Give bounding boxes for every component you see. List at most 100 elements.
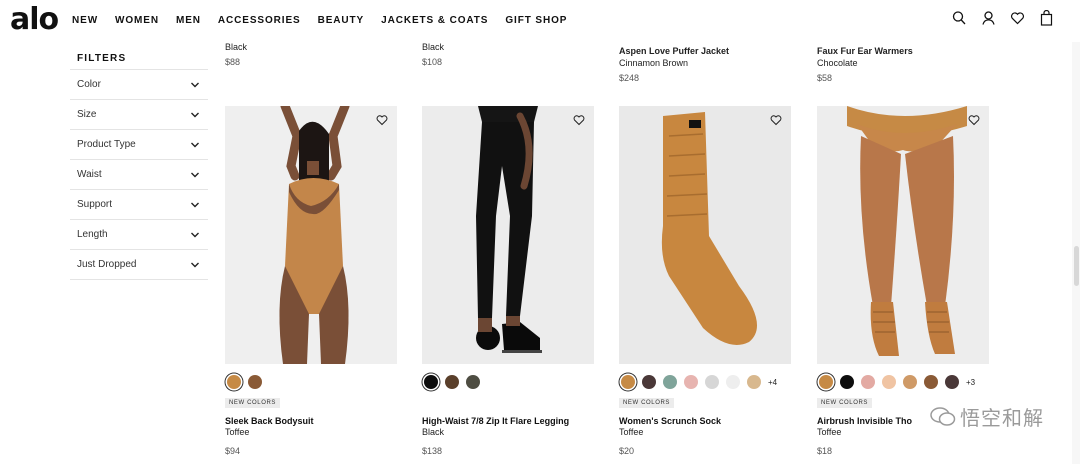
filter-label: Length: [77, 229, 108, 240]
product-color: Cinnamon Brown: [619, 58, 689, 68]
product-color: Toffee: [225, 427, 250, 437]
filters-sidebar: FILTERS Color Size Product Type Waist Su…: [70, 48, 208, 280]
header-icons: [952, 9, 1054, 26]
bag-icon[interactable]: [1039, 9, 1054, 26]
color-swatch[interactable]: [227, 375, 241, 389]
nav-men[interactable]: MEN: [176, 15, 201, 26]
product-color: Black: [422, 427, 445, 437]
color-swatches: +3: [817, 374, 989, 390]
filter-label: Product Type: [77, 139, 136, 150]
watermark-text: 悟空和解: [960, 408, 1044, 430]
color-swatches: +4: [619, 374, 791, 390]
product-price: $58: [817, 73, 833, 83]
color-swatch[interactable]: [903, 375, 917, 389]
more-colors-count[interactable]: +4: [768, 378, 777, 387]
filter-just-dropped[interactable]: Just Dropped: [70, 250, 208, 280]
color-swatch[interactable]: [684, 375, 698, 389]
filter-size[interactable]: Size: [70, 100, 208, 130]
account-icon[interactable]: [981, 10, 996, 26]
filter-waist[interactable]: Waist: [70, 160, 208, 190]
product-image[interactable]: [619, 106, 791, 364]
wechat-icon: [930, 406, 956, 426]
more-colors-count[interactable]: +3: [966, 378, 975, 387]
page-scrollbar[interactable]: [1072, 0, 1080, 464]
filter-label: Color: [77, 79, 101, 90]
product-name[interactable]: High-Waist 7/8 Zip It Flare Legging: [422, 416, 594, 426]
product-card-partial[interactable]: Aspen Love Puffer Jacket Cinnamon Brown …: [619, 46, 729, 83]
filter-label: Waist: [77, 169, 102, 180]
search-icon[interactable]: [952, 10, 967, 26]
color-swatch[interactable]: [924, 375, 938, 389]
heart-icon[interactable]: [770, 114, 782, 126]
brand-logo[interactable]: alo: [10, 2, 59, 37]
filter-label: Support: [77, 199, 113, 210]
main-nav: NEW WOMEN MEN ACCESSORIES BEAUTY JACKETS…: [72, 15, 584, 26]
nav-jackets-coats[interactable]: JACKETS & COATS: [381, 15, 488, 26]
product-price: $108: [422, 57, 443, 67]
chevron-down-icon: [191, 142, 199, 147]
filters-title: FILTERS: [70, 48, 208, 70]
color-swatch[interactable]: [466, 375, 480, 389]
color-swatches: [225, 374, 397, 390]
color-swatch[interactable]: [445, 375, 459, 389]
chevron-down-icon: [191, 202, 199, 207]
filter-length[interactable]: Length: [70, 220, 208, 250]
new-colors-badge: NEW COLORS: [225, 398, 281, 408]
product-price: $138: [422, 446, 443, 456]
product-name[interactable]: Women's Scrunch Sock: [619, 416, 791, 426]
color-swatch[interactable]: [248, 375, 262, 389]
nav-gift-shop[interactable]: GIFT SHOP: [505, 15, 567, 26]
color-swatch[interactable]: [424, 375, 438, 389]
heart-icon[interactable]: [968, 114, 980, 126]
color-swatches: [422, 374, 594, 390]
filter-label: Just Dropped: [77, 259, 137, 270]
product-price: $94: [225, 446, 241, 456]
color-swatch[interactable]: [663, 375, 677, 389]
nav-women[interactable]: WOMEN: [115, 15, 159, 26]
site-header: alo NEW WOMEN MEN ACCESSORIES BEAUTY JAC…: [0, 0, 1080, 42]
product-card-partial[interactable]: Faux Fur Ear Warmers Chocolate $58: [817, 46, 913, 83]
new-colors-badge: NEW COLORS: [619, 398, 675, 408]
product-name[interactable]: Sleek Back Bodysuit: [225, 416, 397, 426]
product-name[interactable]: Faux Fur Ear Warmers: [817, 46, 913, 58]
product-image[interactable]: [817, 106, 989, 364]
product-card[interactable]: +4 NEW COLORS Women's Scrunch Sock Toffe…: [619, 106, 791, 456]
filter-support[interactable]: Support: [70, 190, 208, 220]
product-color: Black: [225, 42, 248, 52]
filter-color[interactable]: Color: [70, 70, 208, 100]
heart-icon[interactable]: [376, 114, 388, 126]
watermark: 悟空和解: [930, 402, 1044, 431]
color-swatch[interactable]: [861, 375, 875, 389]
product-price: $20: [619, 446, 635, 456]
product-price: $88: [225, 57, 241, 67]
product-price: $248: [619, 73, 640, 83]
color-swatch[interactable]: [882, 375, 896, 389]
nav-new[interactable]: NEW: [72, 15, 98, 26]
product-color: Chocolate: [817, 58, 858, 68]
product-card[interactable]: NEW COLORS Sleek Back Bodysuit Toffee $9…: [225, 106, 397, 456]
product-card[interactable]: High-Waist 7/8 Zip It Flare Legging Blac…: [422, 106, 594, 456]
chevron-down-icon: [191, 172, 199, 177]
wishlist-icon[interactable]: [1010, 10, 1025, 26]
filter-product-type[interactable]: Product Type: [70, 130, 208, 160]
nav-beauty[interactable]: BEAUTY: [318, 15, 365, 26]
color-swatch[interactable]: [705, 375, 719, 389]
chevron-down-icon: [191, 232, 199, 237]
chevron-down-icon: [191, 112, 199, 117]
chevron-down-icon: [191, 82, 199, 87]
color-swatch[interactable]: [621, 375, 635, 389]
color-swatch[interactable]: [840, 375, 854, 389]
color-swatch[interactable]: [747, 375, 761, 389]
product-image[interactable]: [422, 106, 594, 364]
product-color: Toffee: [619, 427, 644, 437]
chevron-down-icon: [191, 262, 199, 267]
color-swatch[interactable]: [819, 375, 833, 389]
product-name[interactable]: Aspen Love Puffer Jacket: [619, 46, 729, 58]
color-swatch[interactable]: [642, 375, 656, 389]
heart-icon[interactable]: [573, 114, 585, 126]
product-image[interactable]: [225, 106, 397, 364]
scrollbar-thumb[interactable]: [1074, 246, 1079, 286]
color-swatch[interactable]: [945, 375, 959, 389]
color-swatch[interactable]: [726, 375, 740, 389]
nav-accessories[interactable]: ACCESSORIES: [218, 15, 301, 26]
